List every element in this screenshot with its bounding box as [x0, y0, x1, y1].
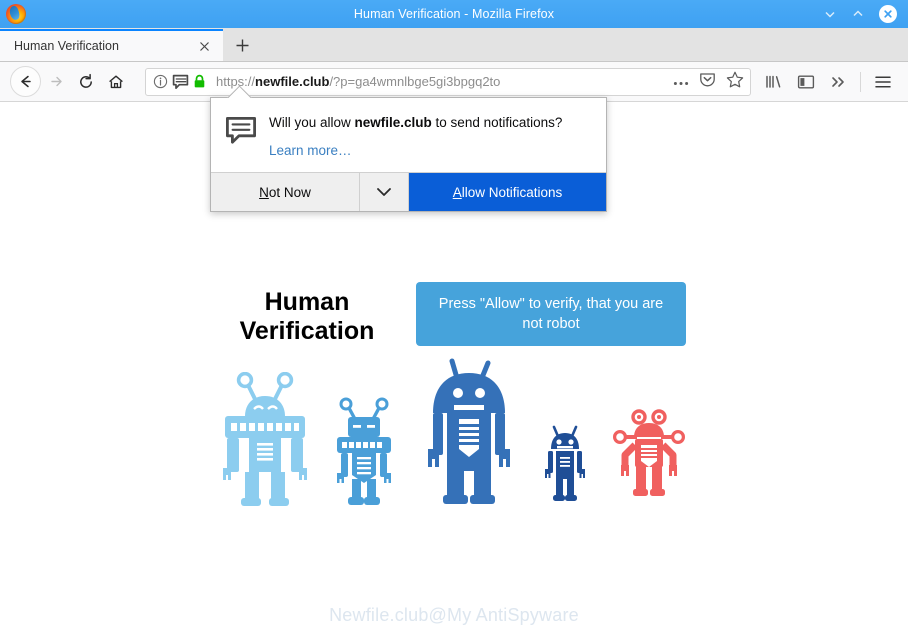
maximize-button[interactable]: [851, 7, 865, 21]
pocket-icon[interactable]: [699, 71, 716, 93]
permission-message: Will you allow newfile.club to send noti…: [269, 115, 563, 130]
tab-strip: Human Verification: [0, 28, 908, 62]
allow-accesskey: A: [452, 184, 462, 200]
sidebar-icon[interactable]: [791, 67, 821, 97]
allow-notifications-button[interactable]: Allow Notifications: [409, 173, 606, 211]
tab-close-icon[interactable]: [195, 37, 213, 55]
not-now-button[interactable]: Not Now: [211, 173, 360, 211]
robot-medium-blue-icon: [329, 397, 399, 507]
window-title: Human Verification - Mozilla Firefox: [353, 7, 555, 21]
permission-button-row: Not Now Allow Notifications: [211, 172, 606, 211]
reload-button[interactable]: [71, 67, 101, 97]
not-now-label-rest: ot Now: [268, 184, 311, 200]
robot-illustrations: [0, 357, 908, 507]
notification-permission-popup: Will you allow newfile.club to send noti…: [210, 97, 607, 212]
minimize-button[interactable]: [823, 7, 837, 21]
not-now-accesskey: N: [259, 184, 269, 200]
robot-navy-small-icon: [539, 419, 591, 507]
robot-blue-large-icon: [419, 357, 519, 507]
toolbar-divider: [860, 71, 861, 92]
allow-label-rest: llow Notifications: [461, 184, 563, 200]
robot-light-blue-icon: [221, 372, 309, 507]
watermark: Newfile.club@My AntiSpyware: [329, 605, 579, 625]
hamburger-menu-icon[interactable]: [868, 67, 898, 97]
robot-red-icon: [611, 407, 687, 507]
window-controls: [823, 5, 908, 23]
home-button[interactable]: [101, 67, 131, 97]
padlock-icon[interactable]: [193, 74, 206, 89]
verification-row: Human Verification Press "Allow" to veri…: [0, 282, 908, 346]
verify-prompt-button[interactable]: Press "Allow" to verify, that you are no…: [416, 282, 686, 346]
firefox-logo: [6, 4, 26, 24]
toolbar-actions: [759, 67, 898, 97]
navigation-toolbar: https://newfile.club/?p=ga4wmnlbge5gi3bp…: [0, 62, 908, 102]
page-actions-icon[interactable]: [673, 73, 689, 91]
permission-dropdown-button[interactable]: [360, 173, 409, 211]
tab-human-verification[interactable]: Human Verification: [0, 29, 223, 61]
info-circle-icon[interactable]: [153, 74, 168, 89]
new-tab-button[interactable]: [227, 30, 257, 60]
back-button[interactable]: [10, 66, 41, 97]
forward-button: [41, 67, 71, 97]
url-text: https://newfile.club/?p=ga4wmnlbge5gi3bp…: [216, 74, 501, 89]
library-icon[interactable]: [759, 67, 789, 97]
window-titlebar: Human Verification - Mozilla Firefox: [0, 0, 908, 28]
learn-more-link[interactable]: Learn more…: [269, 143, 352, 158]
bookmark-star-icon[interactable]: [726, 71, 744, 93]
close-button[interactable]: [879, 5, 897, 23]
speech-bubble-icon[interactable]: [172, 74, 189, 90]
tab-title: Human Verification: [14, 39, 119, 53]
overflow-chevrons-icon[interactable]: [823, 67, 853, 97]
speech-bubble-icon: [225, 114, 257, 160]
page-title: Human Verification: [239, 288, 375, 345]
